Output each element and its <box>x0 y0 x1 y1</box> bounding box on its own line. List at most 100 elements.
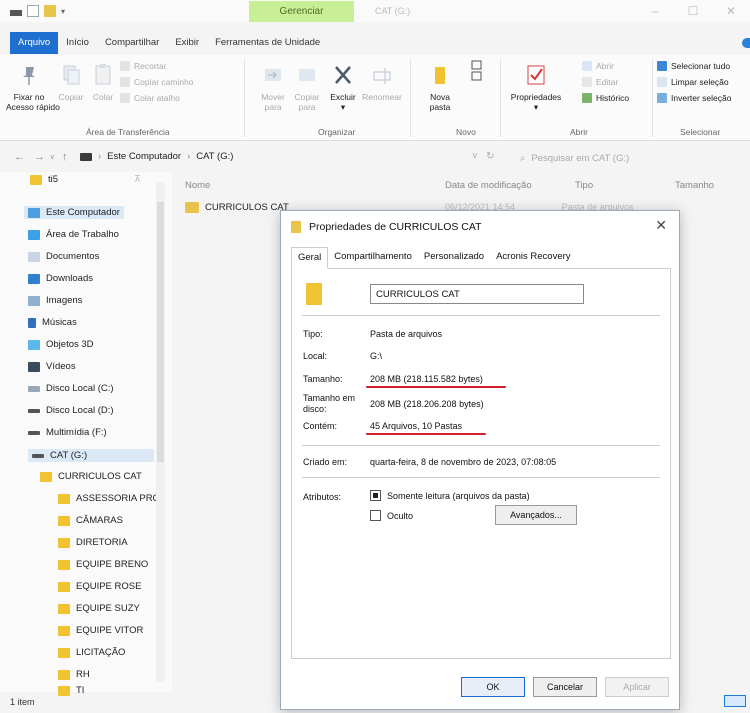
column-header-type[interactable]: Tipo <box>575 180 593 191</box>
nav-item-folder[interactable]: ASSESSORIA PRC <box>58 493 159 504</box>
chevron-down-icon[interactable]: ˅ <box>50 153 55 162</box>
nav-item-folder[interactable]: DIRETORIA <box>58 537 128 548</box>
folder-name-input[interactable] <box>370 284 584 304</box>
nav-item-folder[interactable]: EQUIPE VITOR <box>58 625 143 636</box>
new-folder-label: Nova pasta <box>429 92 451 112</box>
group-open-label: Abrir <box>570 127 588 137</box>
nav-item-pictures[interactable]: Imagens <box>28 295 82 306</box>
maximize-button[interactable]: ☐ <box>674 0 712 22</box>
tab-home[interactable]: Início <box>58 32 97 54</box>
cut-button[interactable]: Recortar <box>120 61 167 71</box>
nav-label: CAT (G:) <box>50 450 88 461</box>
copy-to-button[interactable]: Copiar para <box>292 63 322 112</box>
readonly-checkbox-row[interactable]: Somente leitura (arquivos da pasta) <box>370 490 530 501</box>
new-folder-quick-icon[interactable] <box>44 5 56 17</box>
column-header-name[interactable]: Nome <box>185 180 210 191</box>
table-row[interactable]: CURRICULOS CAT <box>185 202 289 213</box>
breadcrumb[interactable]: › Este Computador › CAT (G:) <box>80 151 233 162</box>
nav-item-videos[interactable]: Vídeos <box>28 361 76 372</box>
tab-file[interactable]: Arquivo <box>10 32 59 54</box>
help-icon[interactable] <box>742 38 750 48</box>
tab-sharing[interactable]: Compartilhamento <box>328 247 418 269</box>
pin-quick-access-button[interactable]: Fixar no Acesso rápido <box>6 63 60 112</box>
copy-button[interactable]: Copiar <box>56 63 86 102</box>
edit-button[interactable]: Editar <box>582 77 618 87</box>
breadcrumb-this-pc[interactable]: Este Computador <box>107 151 181 162</box>
nav-item-documents[interactable]: Documentos <box>28 251 99 262</box>
tab-drive-tools[interactable]: Ferramentas de Unidade <box>207 32 328 54</box>
tab-view[interactable]: Exibir <box>167 32 207 54</box>
ok-button[interactable]: OK <box>461 677 525 697</box>
nav-item-folder[interactable]: TI <box>58 685 84 696</box>
nav-item-folder[interactable]: RH <box>58 669 90 680</box>
readonly-checkbox[interactable] <box>370 490 381 501</box>
nav-scrollbar[interactable] <box>156 182 165 682</box>
paste-shortcut-button[interactable]: Colar atalho <box>120 93 180 103</box>
search-input[interactable]: ⌕ Pesquisar em CAT (G:) <box>520 150 720 166</box>
nav-item-ti5[interactable]: ti5 ⊼ <box>30 174 141 185</box>
rename-button[interactable]: Renomear <box>362 63 402 102</box>
nav-item-downloads[interactable]: Downloads <box>28 273 93 284</box>
properties-quick-icon[interactable] <box>27 5 39 17</box>
move-to-label: Mover para <box>261 92 285 112</box>
breadcrumb-drive[interactable]: CAT (G:) <box>196 151 233 162</box>
context-tab-manage[interactable]: Gerenciar <box>249 1 354 22</box>
tab-customize[interactable]: Personalizado <box>418 247 490 269</box>
folder-icon <box>58 581 70 592</box>
open-button[interactable]: Abrir <box>582 61 614 71</box>
delete-button[interactable]: Excluir ▾ <box>326 63 360 112</box>
copy-path-button[interactable]: Copiar caminho <box>120 77 194 87</box>
nav-item-desktop[interactable]: Área de Trabalho <box>28 229 119 240</box>
nav-label: Disco Local (D:) <box>46 405 114 416</box>
new-item-button[interactable] <box>466 59 490 88</box>
new-folder-button[interactable]: Nova pasta <box>420 63 460 112</box>
nav-item-drive-f[interactable]: Multimídia (F:) <box>28 427 107 438</box>
open-label: Abrir <box>596 61 614 71</box>
folder-icon <box>58 669 70 680</box>
properties-button[interactable]: Propriedades ▾ <box>506 63 566 112</box>
refresh-icon[interactable]: ˅ ↻ <box>472 151 495 162</box>
nav-item-drive-g[interactable]: CAT (G:) <box>28 449 154 462</box>
select-all-button[interactable]: Selecionar tudo <box>657 61 730 71</box>
tab-general[interactable]: Geral <box>291 247 329 269</box>
move-to-button[interactable]: Mover para <box>258 63 288 112</box>
close-icon[interactable]: ✕ <box>655 217 667 234</box>
select-none-button[interactable]: Limpar seleção <box>657 77 729 87</box>
close-window-button[interactable]: ✕ <box>712 0 750 22</box>
pin-icon <box>23 67 35 85</box>
minimize-button[interactable]: – <box>636 0 674 22</box>
back-arrow-icon[interactable]: ← <box>14 151 25 163</box>
tab-acronis[interactable]: Acronis Recovery <box>490 247 576 269</box>
nav-item-folder[interactable]: LICITAÇÃO <box>58 647 125 658</box>
advanced-button[interactable]: Avançados... <box>495 505 577 525</box>
nav-item-folder[interactable]: EQUIPE SUZY <box>58 603 140 614</box>
nav-scrollbar-thumb[interactable] <box>157 202 164 462</box>
nav-item-folder[interactable]: EQUIPE BRENO <box>58 559 148 570</box>
cancel-button[interactable]: Cancelar <box>533 677 597 697</box>
hidden-checkbox[interactable] <box>370 510 381 521</box>
nav-item-3d-objects[interactable]: Objetos 3D <box>28 339 94 350</box>
search-placeholder: Pesquisar em CAT (G:) <box>531 152 630 164</box>
nav-item-folder[interactable]: EQUIPE ROSE <box>58 581 141 592</box>
nav-item-drive-c[interactable]: Disco Local (C:) <box>28 383 114 394</box>
desktop-icon <box>28 229 40 240</box>
group-clipboard-label: Área de Transferência <box>86 127 170 137</box>
column-header-date[interactable]: Data de modificação <box>445 180 532 191</box>
forward-arrow-icon[interactable]: → <box>34 151 45 163</box>
nav-item-curriculos-cat[interactable]: CURRICULOS CAT <box>40 471 142 482</box>
view-toggle-icon[interactable] <box>724 695 746 707</box>
up-arrow-icon[interactable]: ↑ <box>62 151 68 163</box>
hidden-checkbox-row[interactable]: Oculto <box>370 510 413 521</box>
history-button[interactable]: Histórico <box>582 93 629 103</box>
nav-item-folder[interactable]: CÂMARAS <box>58 515 123 526</box>
invert-selection-button[interactable]: Inverter seleção <box>657 93 731 103</box>
new-folder-icon <box>435 67 445 84</box>
tab-share[interactable]: Compartilhar <box>97 32 167 54</box>
apply-button[interactable]: Aplicar <box>605 677 669 697</box>
nav-item-drive-d[interactable]: Disco Local (D:) <box>28 405 114 416</box>
column-header-size[interactable]: Tamanho <box>675 180 714 191</box>
paste-button[interactable]: Colar <box>88 63 118 102</box>
nav-item-this-pc[interactable]: Este Computador <box>24 206 124 219</box>
nav-item-music[interactable]: Músicas <box>28 317 77 328</box>
chevron-down-icon[interactable]: ▾ <box>61 7 65 16</box>
